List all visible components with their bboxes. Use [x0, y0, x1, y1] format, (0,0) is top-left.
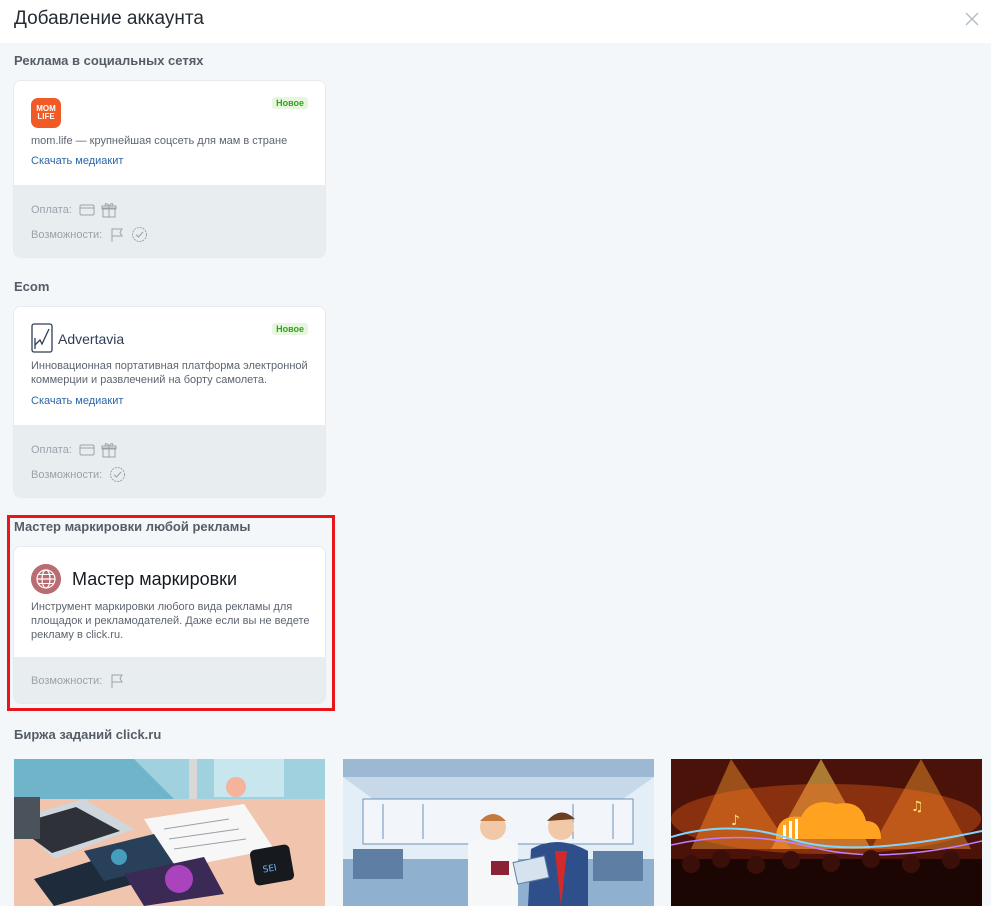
gift-icon — [101, 443, 117, 458]
payment-label: Оплата: — [31, 444, 72, 456]
account-card-advertavia[interactable]: Advertavia Новое Инновационная портативн… — [14, 307, 325, 497]
concert-image: ♪ ♫ — [671, 759, 982, 906]
close-icon[interactable] — [963, 10, 981, 28]
modal-title: Добавление аккаунта — [14, 8, 204, 29]
features-row: Возможности: — [31, 226, 154, 243]
card-description: Инновационная портативная платформа элек… — [31, 360, 308, 386]
new-badge: Новое — [272, 97, 308, 109]
card-footer: Оплата: Возможности: — [14, 425, 325, 497]
download-mediakit-link[interactable]: Скачать медиакит — [31, 395, 123, 407]
payment-row: Оплата: — [31, 202, 123, 218]
section-title-social: Реклама в социальных сетях — [14, 53, 204, 68]
card-footer: Оплата: Возможности: — [14, 185, 325, 257]
task-thumbnail-business-cards[interactable]: SEI — [14, 759, 325, 906]
flag-icon — [111, 228, 124, 242]
modal-header: Добавление аккаунта — [0, 0, 991, 43]
download-mediakit-link[interactable]: Скачать медиакит — [31, 155, 123, 167]
check-circle-icon — [132, 227, 148, 242]
check-circle-icon — [110, 467, 126, 482]
new-badge: Новое — [272, 323, 308, 335]
momlife-logo: MOM LIFE — [31, 98, 61, 128]
card-description: mom.life — крупнейшая соцсеть для мам в … — [31, 135, 288, 147]
card-icon — [79, 204, 95, 216]
section-title-exchange: Биржа заданий click.ru — [14, 727, 162, 742]
payment-label: Оплата: — [31, 204, 72, 216]
office-workers-image — [343, 759, 654, 906]
features-row: Возможности: — [31, 466, 132, 483]
advertavia-name: Advertavia — [58, 331, 125, 347]
gift-icon — [101, 203, 117, 218]
advertavia-logo — [31, 323, 53, 353]
highlight-frame — [7, 515, 335, 711]
payment-row: Оплата: — [31, 442, 123, 458]
svg-text:♫: ♫ — [911, 799, 924, 815]
account-card-momlife[interactable]: MOM LIFE Новое mom.life — крупнейшая соц… — [14, 81, 325, 257]
svg-text:♪: ♪ — [731, 813, 740, 829]
task-thumbnail-office[interactable] — [343, 759, 654, 906]
section-title-ecom: Ecom — [14, 279, 50, 294]
task-thumbnail-concert[interactable]: ♪ ♫ — [671, 759, 982, 906]
card-icon — [79, 444, 95, 456]
features-label: Возможности: — [31, 468, 103, 481]
features-label: Возможности: — [31, 228, 103, 241]
business-cards-image: SEI — [14, 759, 325, 906]
